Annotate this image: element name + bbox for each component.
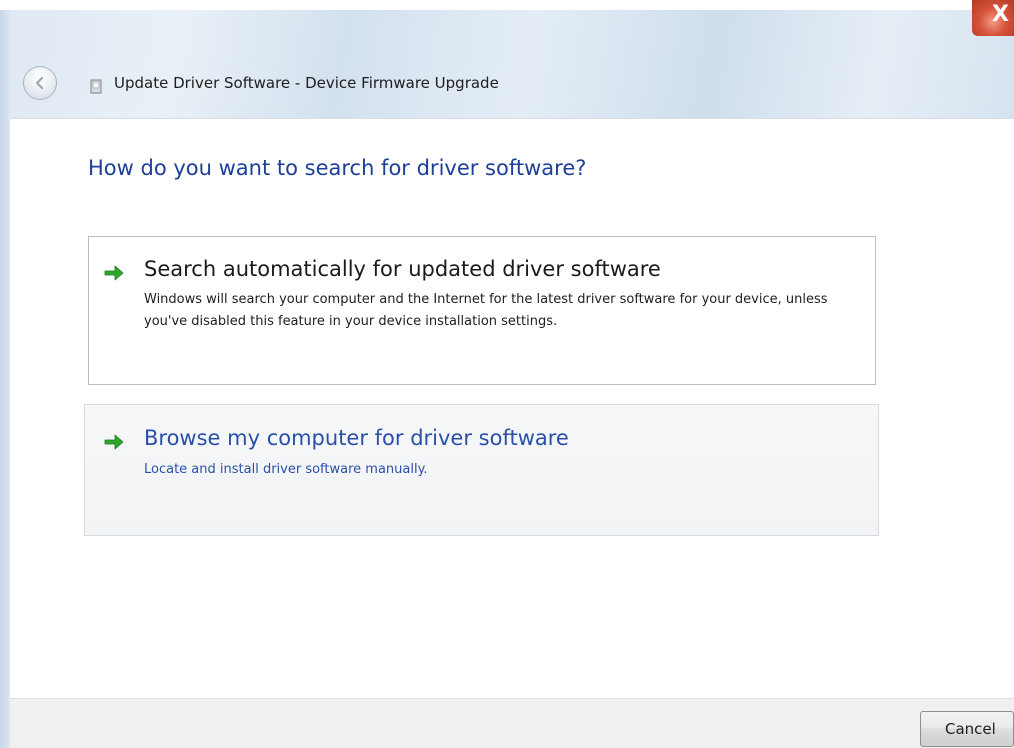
search-automatically-option[interactable]: Search automatically for updated driver … — [88, 236, 876, 385]
option-title: Search automatically for updated driver … — [144, 257, 661, 281]
update-driver-window: X Update Driver Software - Device Firmwa… — [0, 0, 1014, 748]
page-heading: How do you want to search for driver sof… — [88, 156, 587, 180]
green-arrow-icon — [104, 265, 124, 281]
option-description: Locate and install driver software manua… — [144, 462, 428, 477]
footer-bar — [10, 698, 1014, 748]
close-button[interactable]: X — [972, 0, 1014, 36]
back-button[interactable] — [23, 66, 57, 100]
title-bar — [0, 0, 1014, 118]
green-arrow-icon — [104, 434, 124, 450]
back-arrow-icon — [35, 76, 44, 90]
option-title: Browse my computer for driver software — [144, 426, 569, 450]
window-title: Update Driver Software - Device Firmware… — [114, 74, 499, 92]
window-frame-left — [0, 10, 10, 748]
title-bar-top-edge — [0, 0, 1014, 10]
browse-computer-option[interactable]: Browse my computer for driver software L… — [84, 404, 879, 536]
cancel-button[interactable]: Cancel — [920, 711, 1014, 747]
option-description: Windows will search your computer and th… — [144, 292, 828, 329]
device-icon — [90, 79, 102, 94]
